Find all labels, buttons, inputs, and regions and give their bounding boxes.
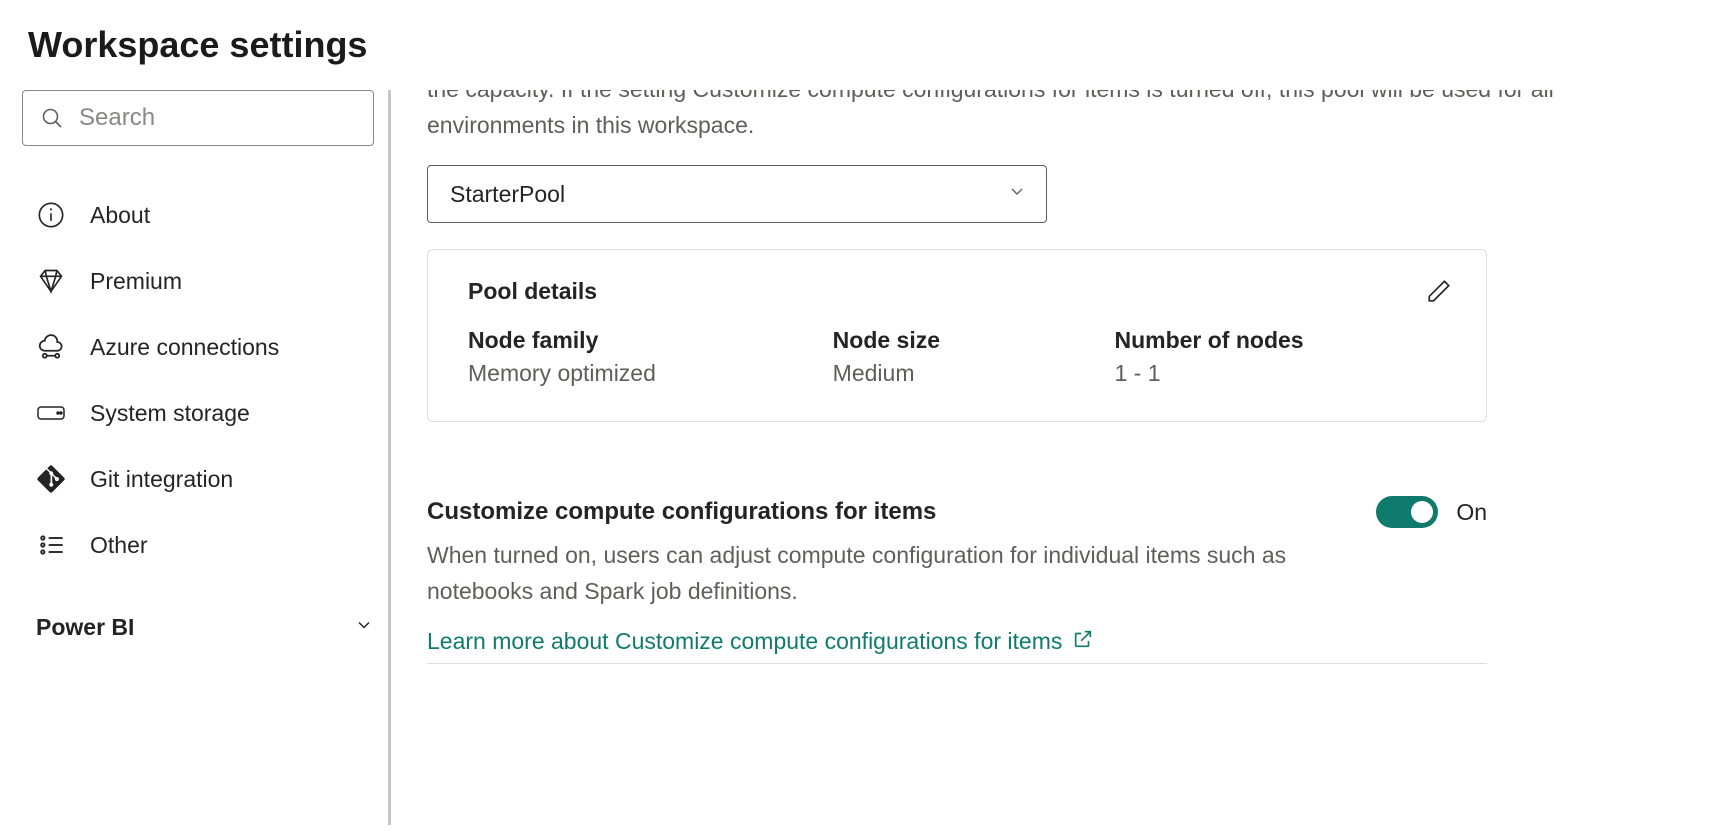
pool-select-wrap: StarterPool bbox=[427, 165, 1047, 223]
pool-description: the capacity. If the setting Customize c… bbox=[427, 90, 1674, 149]
learn-more-link[interactable]: Learn more about Customize compute confi… bbox=[427, 628, 1094, 657]
main-panel: Use the automatically created starter po… bbox=[391, 90, 1710, 825]
page-title: Workspace settings bbox=[0, 0, 1710, 90]
chevron-down-icon bbox=[354, 614, 374, 641]
detail-label: Number of nodes bbox=[1114, 327, 1446, 354]
sidebar-item-label: About bbox=[90, 202, 150, 229]
detail-value: Memory optimized bbox=[468, 360, 833, 387]
sidebar-item-premium[interactable]: Premium bbox=[22, 248, 388, 314]
detail-num-nodes: Number of nodes 1 - 1 bbox=[1114, 327, 1446, 387]
customize-title: Customize compute configurations for ite… bbox=[427, 498, 936, 526]
detail-label: Node size bbox=[833, 327, 1115, 354]
pool-select[interactable]: StarterPool bbox=[427, 165, 1047, 223]
pool-details-title: Pool details bbox=[468, 278, 1446, 305]
detail-label: Node family bbox=[468, 327, 833, 354]
learn-more-text: Learn more about Customize compute confi… bbox=[427, 628, 1062, 655]
section-divider bbox=[427, 663, 1487, 664]
customize-description: When turned on, users can adjust compute… bbox=[427, 538, 1367, 609]
sidebar: About Premium bbox=[0, 90, 388, 825]
info-icon bbox=[36, 200, 66, 230]
detail-value: 1 - 1 bbox=[1114, 360, 1446, 387]
sidebar-group-label: Power BI bbox=[36, 614, 134, 641]
detail-node-family: Node family Memory optimized bbox=[468, 327, 833, 387]
detail-node-size: Node size Medium bbox=[833, 327, 1115, 387]
search-field-wrap bbox=[22, 90, 374, 146]
sidebar-item-label: Other bbox=[90, 532, 148, 559]
external-link-icon bbox=[1072, 628, 1094, 656]
list-settings-icon bbox=[36, 530, 66, 560]
sidebar-item-label: Premium bbox=[90, 268, 182, 295]
sidebar-item-label: System storage bbox=[90, 400, 250, 427]
search-input[interactable] bbox=[22, 90, 374, 146]
git-icon bbox=[36, 464, 66, 494]
diamond-icon bbox=[36, 266, 66, 296]
pool-details-card: Pool details Node family Memory optimize… bbox=[427, 249, 1487, 422]
sidebar-item-label: Azure connections bbox=[90, 334, 279, 361]
customize-section: Customize compute configurations for ite… bbox=[427, 496, 1487, 663]
storage-icon bbox=[36, 398, 66, 428]
sidebar-group-powerbi[interactable]: Power BI bbox=[22, 592, 388, 659]
sidebar-item-system-storage[interactable]: System storage bbox=[22, 380, 388, 446]
customize-toggle[interactable] bbox=[1376, 496, 1438, 528]
sidebar-item-about[interactable]: About bbox=[22, 182, 388, 248]
detail-value: Medium bbox=[833, 360, 1115, 387]
toggle-state-label: On bbox=[1456, 499, 1487, 526]
search-icon bbox=[40, 106, 64, 130]
sidebar-item-label: Git integration bbox=[90, 466, 233, 493]
sidebar-item-azure-connections[interactable]: Azure connections bbox=[22, 314, 388, 380]
sidebar-item-other[interactable]: Other bbox=[22, 512, 388, 578]
customize-toggle-wrap: On bbox=[1376, 496, 1487, 528]
sidebar-item-git-integration[interactable]: Git integration bbox=[22, 446, 388, 512]
cloud-connections-icon bbox=[36, 332, 66, 362]
toggle-knob bbox=[1411, 501, 1433, 523]
edit-button[interactable] bbox=[1426, 278, 1452, 309]
